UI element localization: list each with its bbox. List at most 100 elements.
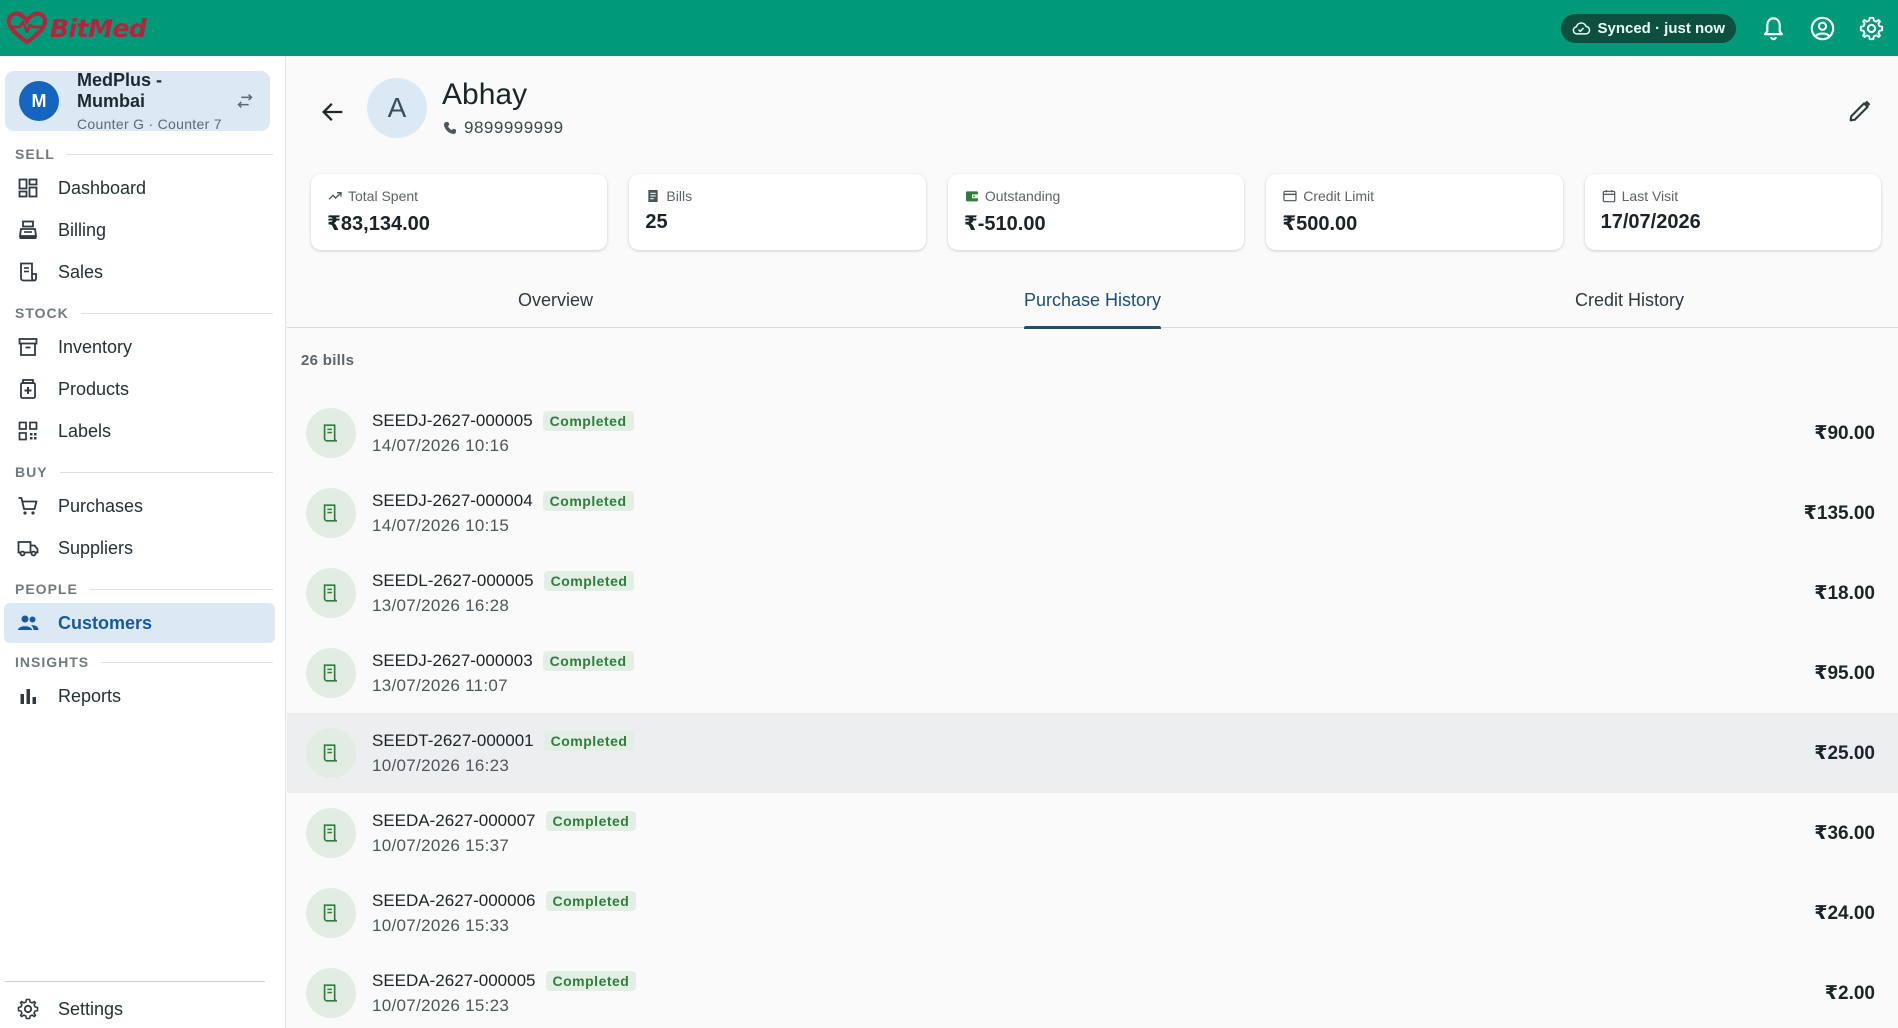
sidebar-item-customers[interactable]: Customers	[4, 603, 275, 643]
bill-amount: ₹90.00	[1814, 422, 1875, 444]
trending-up-icon	[328, 192, 342, 200]
sidebar-item-products[interactable]: Products	[4, 369, 275, 409]
bill-amount: ₹95.00	[1814, 662, 1875, 684]
receipt-icon	[648, 190, 659, 202]
edit-customer-button[interactable]	[1843, 94, 1877, 128]
sidebar-item-dashboard[interactable]: Dashboard	[4, 168, 275, 208]
status-badge: Completed	[542, 410, 634, 431]
list-item[interactable]: SEEDJ-2627-000005 Completed 14/07/2026 10…	[287, 393, 1898, 473]
cloud-done-icon	[1573, 22, 1591, 35]
heart-pulse-icon	[6, 11, 48, 45]
bill-number: SEEDA-2627-000005	[372, 970, 536, 990]
customer-phone-number: 9899999999	[464, 118, 564, 137]
notifications-button[interactable]	[1758, 13, 1788, 43]
sidebar-item-purchases[interactable]: Purchases	[4, 486, 275, 526]
bill-icon	[306, 408, 356, 458]
sidebar-item-billing[interactable]: Billing	[4, 210, 275, 250]
receipt-icon	[323, 744, 338, 762]
bill-date: 13/07/2026 11:07	[372, 675, 508, 695]
stat-label: Last Visit	[1621, 188, 1679, 204]
bell-icon	[1763, 16, 1783, 40]
receipt-icon	[323, 824, 338, 842]
stat-card-credit-limit: Credit Limit ₹500.00	[1266, 174, 1563, 250]
bill-icon	[306, 568, 356, 618]
bill-count: 26 bills	[301, 352, 355, 369]
receipt-icon	[323, 984, 338, 1002]
receipt-icon	[323, 424, 338, 442]
bill-amount: ₹135.00	[1803, 502, 1875, 524]
sidebar-item-suppliers[interactable]: Suppliers	[4, 528, 275, 568]
people-icon	[18, 615, 39, 630]
bill-amount: ₹2.00	[1824, 982, 1875, 1004]
stat-value: ₹83,134.00	[327, 213, 430, 235]
bill-number: SEEDJ-2627-000005	[372, 410, 533, 430]
sync-status-pill[interactable]: Synced · just now	[1561, 13, 1736, 43]
nav-section-stock: STOCK	[15, 305, 273, 321]
status-badge: Completed	[542, 650, 634, 671]
bill-number: SEEDA-2627-000006	[372, 890, 536, 910]
sidebar-item-label: Billing	[58, 219, 107, 240]
list-item[interactable]: SEEDJ-2627-000003 Completed 13/07/2026 11…	[287, 633, 1898, 713]
gear-icon	[17, 998, 39, 1020]
stat-label: Total Spent	[348, 188, 419, 204]
cart-icon	[18, 497, 38, 515]
bill-number: SEEDJ-2627-000003	[372, 650, 533, 670]
bill-amount: ₹24.00	[1814, 902, 1875, 924]
account-circle-icon	[1810, 16, 1834, 40]
sidebar-item-label: Settings	[58, 998, 124, 1019]
bill-number: SEEDJ-2627-000004	[372, 490, 533, 510]
customer-phone: 9899999999	[442, 118, 564, 138]
tab-label: Overview	[517, 290, 593, 310]
sync-status-label: Synced · just now	[1597, 19, 1725, 37]
sidebar-item-inventory[interactable]: Inventory	[4, 327, 275, 367]
bill-icon	[306, 888, 356, 938]
bill-amount: ₹25.00	[1814, 742, 1875, 764]
customer-stats: Total Spent ₹83,134.00 Bills 25 Outstand…	[311, 174, 1882, 250]
sidebar-item-label: Dashboard	[58, 177, 147, 198]
bill-icon	[306, 488, 356, 538]
sidebar-item-sales[interactable]: Sales	[4, 252, 275, 292]
cash-register-icon	[18, 220, 38, 239]
customer-avatar: A	[367, 78, 427, 138]
back-button[interactable]	[317, 96, 349, 128]
stat-value: ₹-510.00	[963, 213, 1046, 235]
stat-card-last-visit: Last Visit 17/07/2026	[1584, 174, 1882, 250]
list-item[interactable]: SEEDA-2627-000006 Completed 10/07/2026 15…	[287, 873, 1898, 953]
bill-date: 13/07/2026 16:28	[372, 595, 510, 615]
sidebar-item-reports[interactable]: Reports	[4, 676, 275, 716]
sidebar-item-settings[interactable]: Settings	[4, 989, 275, 1028]
tab-purchase-history[interactable]: Purchase History	[824, 274, 1361, 329]
stat-label: Outstanding	[984, 188, 1061, 204]
sidebar-item-labels[interactable]: Labels	[4, 411, 275, 451]
sidebar-item-label: Inventory	[58, 336, 133, 357]
sidebar: M MedPlus - Mumbai Counter G · Counter 7…	[0, 56, 286, 1028]
status-badge: Completed	[543, 730, 635, 751]
store-counter: Counter G · Counter 7	[77, 116, 222, 132]
store-switcher[interactable]: M MedPlus - Mumbai Counter G · Counter 7	[5, 70, 270, 132]
stat-card-outstanding: Outstanding ₹-510.00	[947, 174, 1245, 250]
receipt-long-icon	[20, 262, 37, 282]
stat-value: ₹500.00	[1282, 213, 1358, 235]
app-logo[interactable]: BitMed	[6, 0, 147, 56]
list-item[interactable]: SEEDA-2627-000005 Completed 10/07/2026 15…	[287, 953, 1898, 1028]
settings-button[interactable]	[1856, 13, 1886, 43]
arrow-back-icon	[322, 103, 343, 121]
bill-icon	[306, 728, 356, 778]
tab-credit-history[interactable]: Credit History	[1361, 274, 1898, 327]
list-item[interactable]: SEEDT-2627-000001 Completed 10/07/2026 16…	[287, 713, 1898, 793]
gear-icon	[1859, 16, 1883, 40]
list-item[interactable]: SEEDJ-2627-000004 Completed 14/07/2026 10…	[287, 473, 1898, 553]
bill-icon	[306, 648, 356, 698]
logo-text: BitMed	[50, 13, 147, 43]
list-item[interactable]: SEEDL-2627-000005 Completed 13/07/2026 16…	[287, 553, 1898, 633]
list-item[interactable]: SEEDA-2627-000007 Completed 10/07/2026 15…	[287, 793, 1898, 873]
bar-chart-icon	[20, 689, 36, 704]
bill-icon	[306, 968, 356, 1018]
stat-card-total-spent: Total Spent ₹83,134.00	[311, 174, 608, 250]
top-app-bar: BitMed Synced · just now	[0, 0, 1898, 56]
stat-card-bills: Bills 25	[629, 174, 926, 250]
status-badge: Completed	[543, 570, 635, 591]
tab-overview[interactable]: Overview	[287, 274, 824, 327]
account-button[interactable]	[1807, 13, 1837, 43]
bill-date: 10/07/2026 16:23	[372, 755, 510, 775]
